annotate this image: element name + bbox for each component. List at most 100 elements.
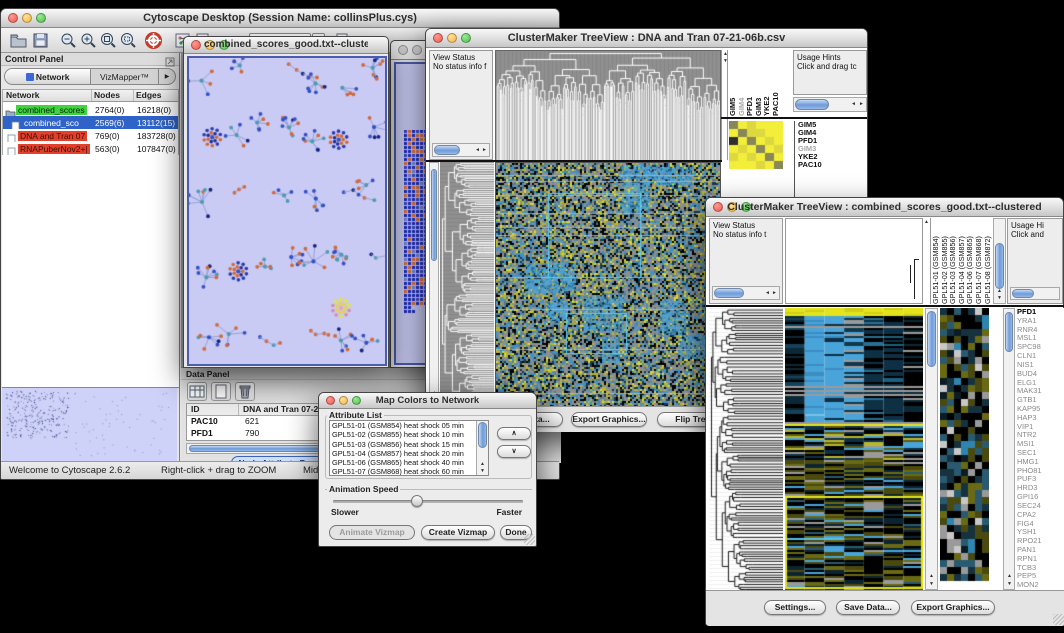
column-header-id[interactable]: ID [187,404,239,415]
new-attribute-icon[interactable] [211,382,231,401]
tv2-main-heatmap[interactable] [785,308,923,590]
close-button[interactable] [713,202,723,212]
network-list-empty-area [2,155,179,387]
tv2-gene-labels: PFD1YRA1RNR4MSL1SPC98CLN1NIS1BUD4ELG1MAK… [1017,308,1064,590]
gene-label: MON2 [1017,581,1064,590]
dialog-title: Map Colors to Network [339,395,516,406]
network1-titlebar[interactable]: combined_scores_good.txt--cluste... [184,37,388,54]
treeview2-titlebar[interactable]: ClusterMaker TreeView : combined_scores_… [706,198,1063,217]
network-table-row[interactable]: RNAPuberNov2+|563(0)107847(0) [3,142,178,155]
tv1-view-status-panel: View Status No status info f ◄► [429,50,493,160]
attribute-item[interactable]: GPL51-07 (GSM868) heat shock 60 min [330,467,476,476]
tv2-row-dendrogram[interactable] [709,308,783,590]
close-button[interactable] [191,40,201,50]
tv2-column-dendrogram[interactable] [785,218,923,304]
tv2-gene-vscrollbar[interactable]: ▲▼ [1003,308,1015,590]
treeview1-titlebar[interactable]: ClusterMaker TreeView : DNA and Tran 07-… [426,29,867,48]
tv2-zoom-heatmap[interactable] [940,308,989,584]
tv2-zoom-panel [940,308,991,590]
resize-grip[interactable] [1053,614,1064,625]
tv2-view-status-panel: View Status No status info t ◄► [709,218,783,304]
animate-vizmap-button[interactable]: Animate Vizmap [329,525,415,540]
animation-speed-slider-track[interactable] [333,500,523,503]
attribute-list-label: Attribute List [327,410,384,420]
network-name: DNA and Tran 07 [18,131,87,141]
tv1-status-hscrollbar[interactable]: ◄► [432,143,490,157]
close-button[interactable] [433,33,443,43]
network-table: Network Nodes Edges combined_scores2764(… [2,89,179,155]
tab-network[interactable]: Network [5,69,91,85]
tv1-usage-text: Click and drag tc [794,62,866,71]
tv2-export-graphics-button[interactable]: Export Graphics... [911,600,995,615]
close-button[interactable] [398,45,408,55]
network1-title: combined_scores_good.txt--cluste... [204,39,368,50]
zoom-selected-button[interactable] [119,31,138,50]
network-table-row[interactable]: combined_sco2569(6)13112(15) [3,116,178,129]
tv2-top-vscrollbar[interactable]: ▲▼ [993,218,1006,304]
network-edges: 107847(0) [137,144,176,154]
zoom-fit-button[interactable] [99,31,118,50]
tv2-main-separator [706,305,1064,307]
column-header-network[interactable]: Network [3,90,92,101]
zoom-out-button[interactable] [59,31,78,50]
tv2-usage-hscrollbar[interactable] [1010,287,1060,300]
control-panel: Control Panel Network VizMapper™ ▶ Netwo… [1,53,180,463]
attribute-item[interactable]: GPL51-01 (GSM854) heat shock 05 min [330,421,476,430]
network-overview-panel[interactable] [2,387,179,463]
move-down-button[interactable]: ∨ [497,445,531,458]
network-name: combined_scores [16,105,87,115]
help-lifering-icon[interactable] [144,31,163,50]
tv2-heatmap-vscrollbar[interactable]: ▲▼ [925,308,938,590]
tab-vizmapper[interactable]: VizMapper™ [91,69,159,85]
tv1-export-graphics-button[interactable]: Export Graphics... [571,412,647,427]
control-panel-tabs: Network VizMapper™ ▶ [4,68,176,85]
attribute-list[interactable]: GPL51-01 (GSM854) heat shock 05 minGPL51… [329,420,489,476]
zoom-in-button[interactable] [79,31,98,50]
close-button[interactable] [8,13,18,23]
save-session-button[interactable] [31,31,50,50]
treeview2-title: ClusterMaker TreeView : combined_scores_… [726,201,1043,213]
network-edges: 13112(15) [137,118,175,128]
attribute-table-icon[interactable] [187,382,207,401]
tv2-save-data-button[interactable]: Save Data... [836,600,900,615]
tv1-row-dendrogram[interactable] [440,162,494,406]
tv1-column-dendrogram[interactable] [495,50,721,162]
attribute-list-vscrollbar[interactable]: ▲▼ [476,421,488,475]
tv1-zoom-heatmap[interactable] [729,121,783,169]
column-header-nodes[interactable]: Nodes [92,90,134,101]
tv1-splitter-strip[interactable]: ▲▼ [721,50,728,160]
tab-overflow-button[interactable]: ▶ [159,69,175,85]
data-panel-title: Data Panel [186,369,229,379]
attribute-item[interactable]: GPL51-04 (GSM857) heat shock 20 min [330,449,476,458]
tv1-main-heatmap[interactable] [495,162,721,408]
open-session-button[interactable] [9,31,28,50]
tv2-status-hscrollbar[interactable]: ◄► [712,286,780,300]
column-header-edges[interactable]: Edges [134,90,178,101]
move-up-button[interactable]: ∧ [497,427,531,440]
tv2-splitter-strip[interactable]: ▲ [923,218,931,304]
tv2-usage-text: Click and [1008,230,1062,239]
slower-label: Slower [331,507,359,517]
network1-canvas[interactable] [189,58,385,364]
delete-attribute-trash-icon[interactable] [235,382,255,401]
attribute-item[interactable]: GPL51-02 (GSM855) heat shock 10 min [330,430,476,439]
dialog-titlebar[interactable]: Map Colors to Network [319,393,536,409]
tv1-vscrollbar[interactable]: ▲▼ [429,162,439,406]
attribute-item[interactable]: GPL51-06 (GSM865) heat shock 40 min [330,458,476,467]
network-table-row[interactable]: combined_scores2764(0)16218(0) [3,103,178,116]
tv1-usage-hscrollbar[interactable]: ◄► [793,97,867,112]
cytoscape-titlebar[interactable]: Cytoscape Desktop (Session Name: collins… [1,9,559,28]
tv2-settings-button[interactable]: Settings... [764,600,826,615]
network-nodes: 563(0) [95,144,120,154]
status-zoom-hint: Right-click + drag to ZOOM [161,465,276,476]
network-table-row[interactable]: DNA and Tran 07769(0)183728(0) [3,129,178,142]
tv2-view-status-title: View Status [710,219,782,230]
animation-speed-slider-thumb[interactable] [411,495,423,507]
close-button[interactable] [326,396,335,405]
tv2-view-status-text: No status info t [710,230,782,239]
minimize-button[interactable] [412,45,422,55]
create-vizmap-button[interactable]: Create Vizmap [421,525,495,540]
tv1-column-labels: GIM5GIM4PFD1GIM3YKE2PAC10 [729,50,791,116]
resize-grip[interactable] [524,534,535,545]
attribute-item[interactable]: GPL51-03 (GSM856) heat shock 15 min [330,440,476,449]
